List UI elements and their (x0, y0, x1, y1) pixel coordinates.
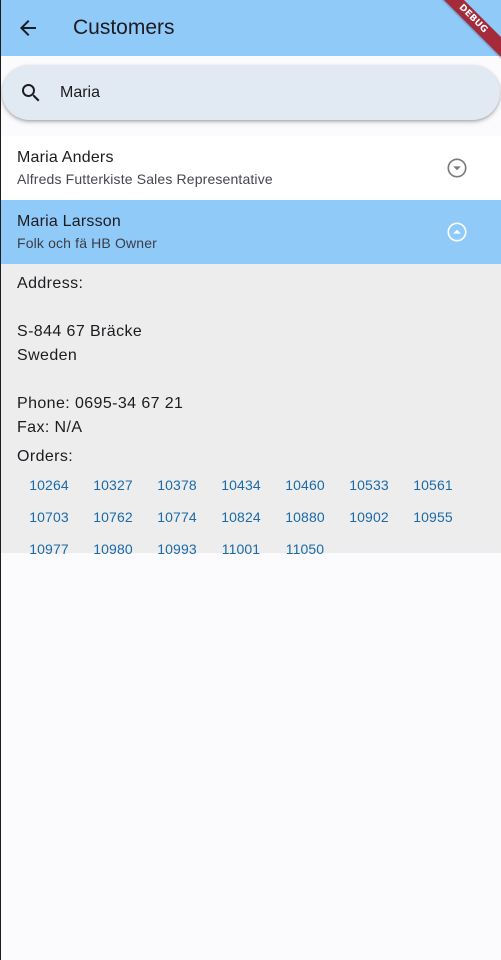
customer-tile-maria-larsson[interactable]: Maria Larsson Folk och fä HB Owner (1, 200, 501, 264)
order-link[interactable]: 10824 (209, 501, 273, 533)
order-link[interactable]: 10434 (209, 469, 273, 501)
order-link[interactable]: 10993 (145, 533, 209, 565)
customer-subtitle: Folk och fä HB Owner (17, 235, 157, 251)
customer-subtitle: Alfreds Futterkiste Sales Representative (17, 171, 273, 187)
app-bar: Customers (0, 0, 501, 56)
order-link[interactable]: 10762 (81, 501, 145, 533)
search-bar[interactable] (2, 65, 500, 120)
debug-label: DEBUG (441, 0, 501, 60)
customer-details: Address: S-844 67 Bräcke Sweden Phone: 0… (1, 264, 501, 557)
address-label: Address: (17, 275, 84, 292)
back-button[interactable] (0, 0, 56, 56)
order-link[interactable]: 10977 (17, 533, 81, 565)
order-link[interactable]: 10327 (81, 469, 145, 501)
order-link[interactable]: 10460 (273, 469, 337, 501)
order-link[interactable]: 10561 (401, 469, 465, 501)
phone-text: Phone: 0695-34 67 21 (17, 395, 184, 412)
arrow-back-icon (20, 20, 36, 36)
order-link[interactable]: 10880 (273, 501, 337, 533)
order-link[interactable]: 10378 (145, 469, 209, 501)
debug-banner: DEBUG (441, 0, 501, 60)
customer-name: Maria Anders (17, 149, 114, 166)
window-edge (0, 0, 1, 960)
order-link[interactable]: 10902 (337, 501, 401, 533)
customer-name: Maria Larsson (17, 213, 121, 230)
customer-list: Maria Anders Alfreds Futterkiste Sales R… (1, 136, 501, 557)
order-link[interactable]: 10774 (145, 501, 209, 533)
page-title: Customers (73, 16, 175, 39)
order-link[interactable]: 10955 (401, 501, 465, 533)
search-icon (18, 80, 44, 106)
order-link[interactable]: 11050 (273, 533, 337, 565)
fax-text: Fax: N/A (17, 419, 83, 436)
order-link[interactable]: 10533 (337, 469, 401, 501)
order-link[interactable]: 11001 (209, 533, 273, 565)
search-input[interactable] (58, 82, 442, 103)
orders-grid: 10264 10327 10378 10434 10460 10533 1056… (17, 469, 485, 565)
address-line-2: Sweden (17, 347, 78, 364)
customer-tile-maria-anders[interactable]: Maria Anders Alfreds Futterkiste Sales R… (1, 136, 501, 200)
address-line-1: S-844 67 Bräcke (17, 323, 143, 340)
collapse-icon[interactable] (445, 220, 469, 244)
order-link[interactable]: 10264 (17, 469, 81, 501)
expand-icon[interactable] (445, 156, 469, 180)
order-link[interactable]: 10703 (17, 501, 81, 533)
orders-label: Orders: (17, 448, 74, 465)
order-link[interactable]: 10980 (81, 533, 145, 565)
